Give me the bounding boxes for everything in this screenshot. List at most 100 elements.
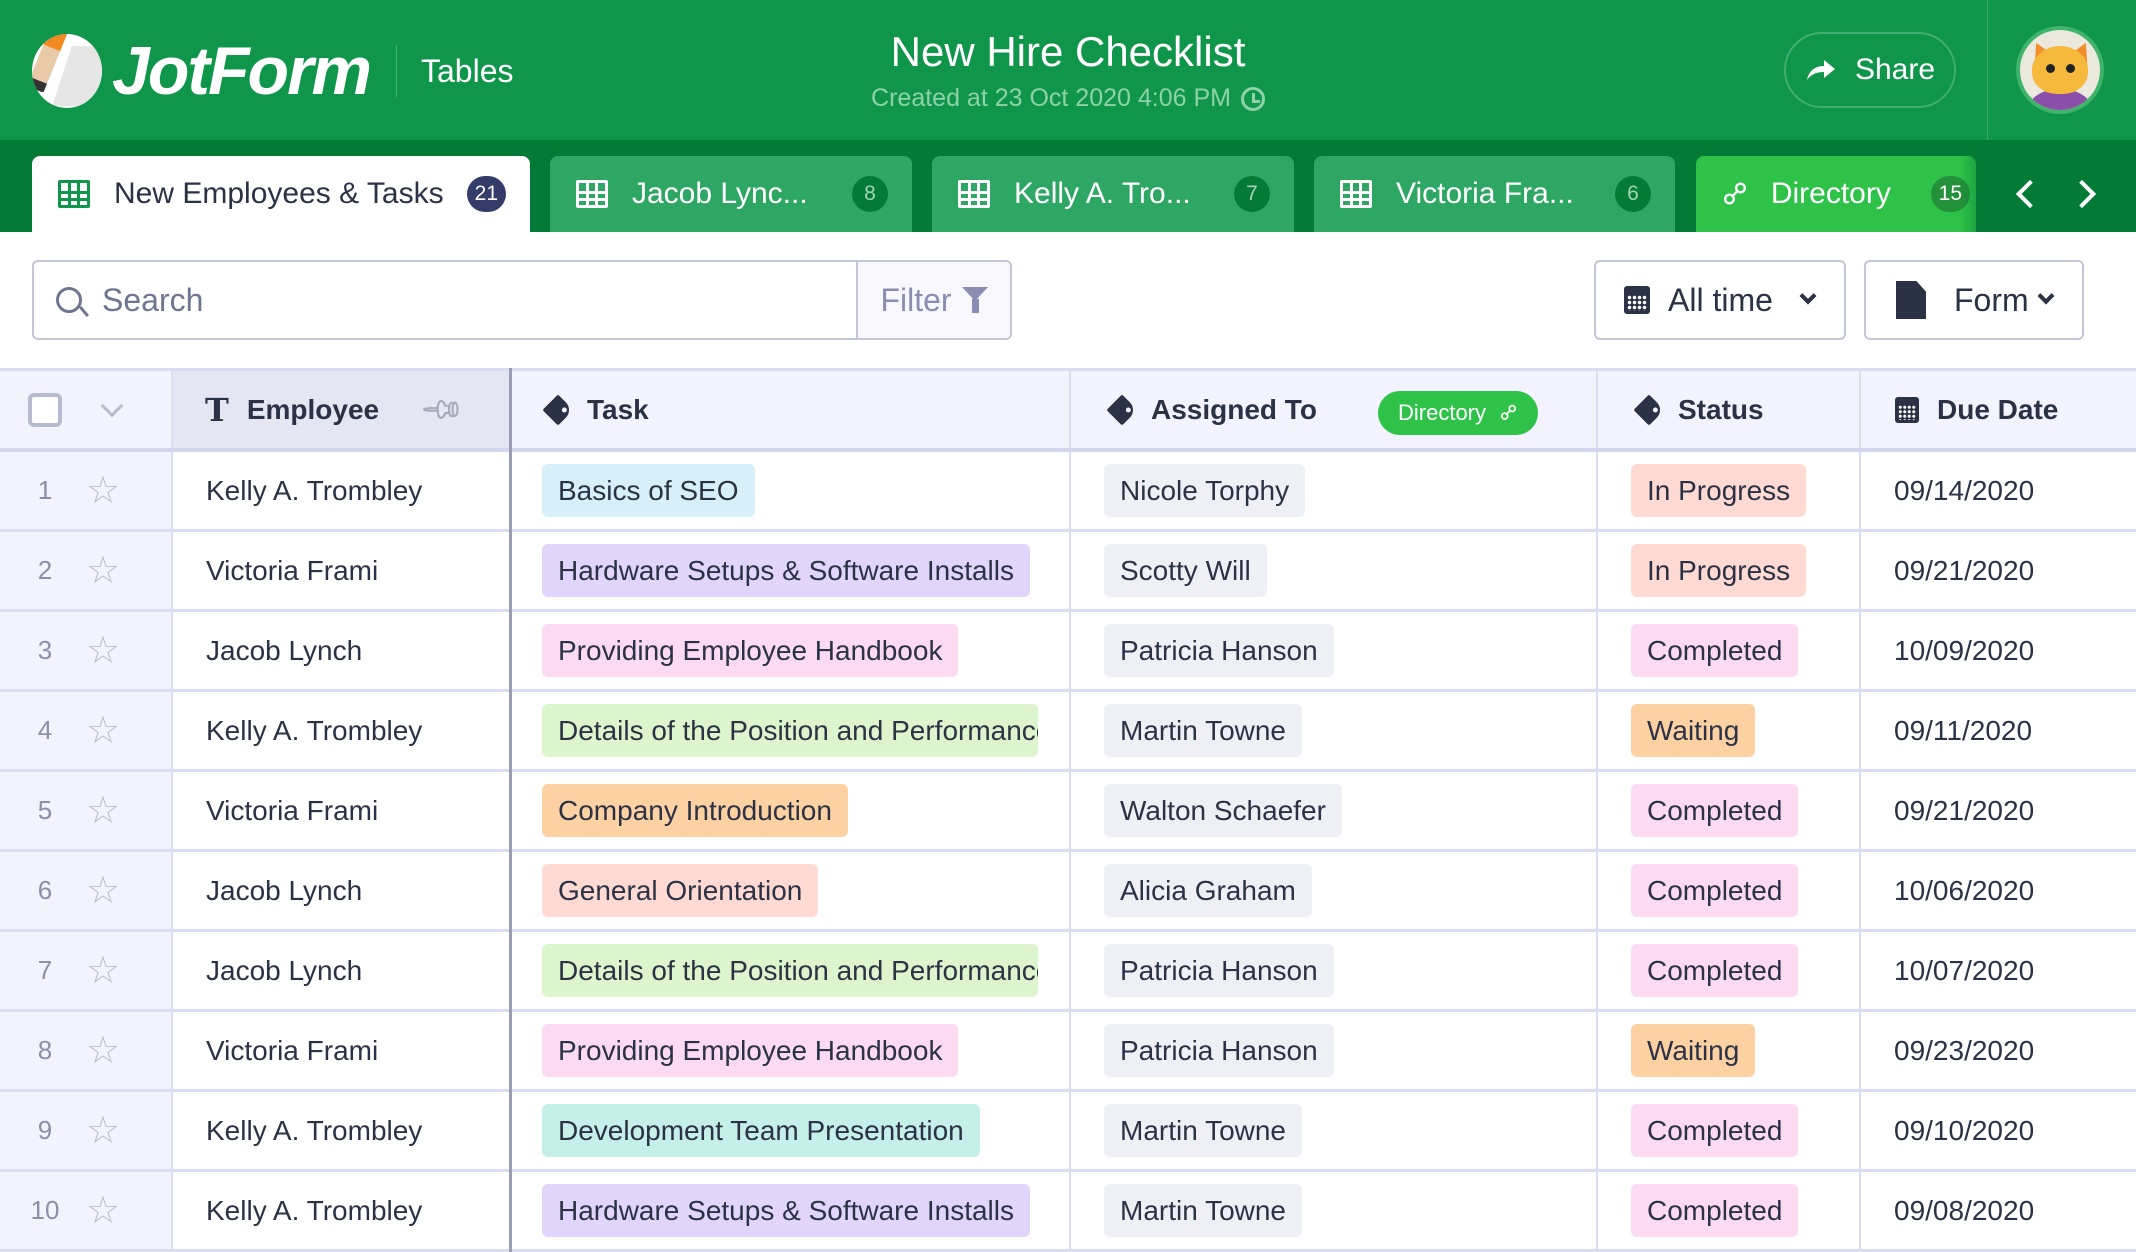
task-cell[interactable]: Hardware Setups & Software Installs [511,532,1071,609]
star-icon[interactable]: ☆ [86,952,120,990]
table-row[interactable]: 1 ☆ Kelly A. Trombley Basics of SEO Nico… [0,452,2136,532]
employee-cell[interactable]: Jacob Lynch [173,852,511,929]
assigned-to-cell[interactable]: Nicole Torphy [1071,452,1598,529]
table-row[interactable]: 2 ☆ Victoria Frami Hardware Setups & Sof… [0,532,2136,612]
task-cell[interactable]: Providing Employee Handbook [511,1012,1071,1089]
assigned-to-cell[interactable]: Patricia Hanson [1071,932,1598,1009]
tab-count-badge: 7 [1234,176,1270,212]
task-cell[interactable]: Providing Employee Handbook [511,612,1071,689]
employee-cell[interactable]: Victoria Frami [173,532,511,609]
assigned-to-cell[interactable]: Martin Towne [1071,1172,1598,1249]
tabs-scroll-right[interactable] [2056,156,2116,232]
filter-button[interactable]: Filter [856,262,1010,338]
employee-cell[interactable]: Kelly A. Trombley [173,1172,511,1249]
column-header-task[interactable]: Task [511,371,1071,448]
date-range-dropdown[interactable]: All time [1594,260,1846,340]
assigned-to-cell[interactable]: Martin Towne [1071,1092,1598,1169]
status-cell[interactable]: Waiting [1598,1012,1861,1089]
assigned-to-cell[interactable]: Scotty Will [1071,532,1598,609]
assigned-to-cell[interactable]: Patricia Hanson [1071,612,1598,689]
employee-cell[interactable]: Victoria Frami [173,772,511,849]
task-cell[interactable]: Basics of SEO [511,452,1071,529]
assigned-to-cell[interactable]: Martin Towne [1071,692,1598,769]
employee-cell[interactable]: Kelly A. Trombley [173,692,511,769]
table-row[interactable]: 10 ☆ Kelly A. Trombley Hardware Setups &… [0,1172,2136,1252]
star-icon[interactable]: ☆ [86,792,120,830]
employee-cell[interactable]: Kelly A. Trombley [173,452,511,529]
form-dropdown[interactable]: Form [1864,260,2084,340]
column-header-due-date[interactable]: Due Date [1861,371,2136,448]
column-header-status[interactable]: Status [1598,371,1861,448]
star-icon[interactable]: ☆ [86,872,120,910]
calendar-icon [1624,286,1650,314]
due-date-cell[interactable]: 09/21/2020 [1861,532,2136,609]
status-cell[interactable]: Completed [1598,1172,1861,1249]
status-cell[interactable]: Waiting [1598,692,1861,769]
task-cell[interactable]: Company Introduction [511,772,1071,849]
due-date-cell[interactable]: 10/07/2020 [1861,932,2136,1009]
task-cell[interactable]: General Orientation [511,852,1071,929]
pin-icon[interactable]: 📌︎ [419,385,467,433]
employee-cell[interactable]: Jacob Lynch [173,932,511,1009]
task-cell[interactable]: Hardware Setups & Software Installs [511,1172,1071,1249]
star-icon[interactable]: ☆ [86,1112,120,1150]
table-row[interactable]: 6 ☆ Jacob Lynch General Orientation Alic… [0,852,2136,932]
employee-cell[interactable]: Victoria Frami [173,1012,511,1089]
star-icon[interactable]: ☆ [86,632,120,670]
due-date-cell[interactable]: 09/11/2020 [1861,692,2136,769]
clock-icon[interactable] [1240,86,1265,111]
table-row[interactable]: 9 ☆ Kelly A. Trombley Development Team P… [0,1092,2136,1172]
due-date-cell[interactable]: 09/21/2020 [1861,772,2136,849]
table-row[interactable]: 5 ☆ Victoria Frami Company Introduction … [0,772,2136,852]
jotform-logo[interactable]: JotForm Tables [32,32,514,110]
status-cell[interactable]: In Progress [1598,452,1861,529]
search-input[interactable] [102,281,856,319]
assigned-to-cell[interactable]: Alicia Graham [1071,852,1598,929]
star-icon[interactable]: ☆ [86,552,120,590]
table-row[interactable]: 3 ☆ Jacob Lynch Providing Employee Handb… [0,612,2136,692]
chevron-down-icon[interactable] [100,394,124,417]
due-date-cell[interactable]: 09/14/2020 [1861,452,2136,529]
due-date-cell[interactable]: 09/23/2020 [1861,1012,2136,1089]
assignee-chip: Martin Towne [1104,704,1303,757]
due-date: 09/11/2020 [1894,714,2033,746]
table-row[interactable]: 4 ☆ Kelly A. Trombley Details of the Pos… [0,692,2136,772]
status-cell[interactable]: Completed [1598,1092,1861,1169]
table-row[interactable]: 7 ☆ Jacob Lynch Details of the Position … [0,932,2136,1012]
status-cell[interactable]: In Progress [1598,532,1861,609]
user-avatar[interactable] [2016,26,2104,114]
due-date-cell[interactable]: 10/06/2020 [1861,852,2136,929]
due-date-cell[interactable]: 10/09/2020 [1861,612,2136,689]
tab-jacob-lynch[interactable]: Jacob Lync... 8 [550,156,912,232]
assigned-to-cell[interactable]: Patricia Hanson [1071,1012,1598,1089]
tab-kelly-trombley[interactable]: Kelly A. Tro... 7 [932,156,1294,232]
table-row[interactable]: 8 ☆ Victoria Frami Providing Employee Ha… [0,1012,2136,1092]
task-cell[interactable]: Development Team Presentation [511,1092,1071,1169]
share-button[interactable]: Share [1784,32,1956,108]
star-icon[interactable]: ☆ [86,472,120,510]
task-cell[interactable]: Details of the Position and Performance [511,692,1071,769]
tab-directory[interactable]: ⚯ Directory 15 [1696,156,1976,232]
due-date-cell[interactable]: 09/10/2020 [1861,1092,2136,1169]
tabs-scroll-left[interactable] [1996,156,2056,232]
pinned-column-divider[interactable] [509,368,512,1252]
tab-victoria-frami[interactable]: Victoria Fra... 6 [1314,156,1675,232]
star-icon[interactable]: ☆ [86,712,120,750]
due-date-cell[interactable]: 09/08/2020 [1861,1172,2136,1249]
directory-link-badge[interactable]: Directory ⚯ [1378,391,1539,435]
task-cell[interactable]: Details of the Position and Performance [511,932,1071,1009]
assigned-to-cell[interactable]: Walton Schaefer [1071,772,1598,849]
status-cell[interactable]: Completed [1598,932,1861,1009]
star-icon[interactable]: ☆ [86,1032,120,1070]
employee-cell[interactable]: Kelly A. Trombley [173,1092,511,1169]
star-icon[interactable]: ☆ [86,1192,120,1230]
select-all-checkbox[interactable] [28,392,62,427]
table-title[interactable]: New Hire Checklist [891,28,1246,76]
task-chip: Hardware Setups & Software Installs [542,1184,1030,1237]
status-cell[interactable]: Completed [1598,612,1861,689]
status-cell[interactable]: Completed [1598,852,1861,929]
status-cell[interactable]: Completed [1598,772,1861,849]
tab-new-employees-tasks[interactable]: New Employees & Tasks 21 [32,156,530,232]
column-header-employee[interactable]: T Employee 📌︎ [173,371,511,448]
employee-cell[interactable]: Jacob Lynch [173,612,511,689]
